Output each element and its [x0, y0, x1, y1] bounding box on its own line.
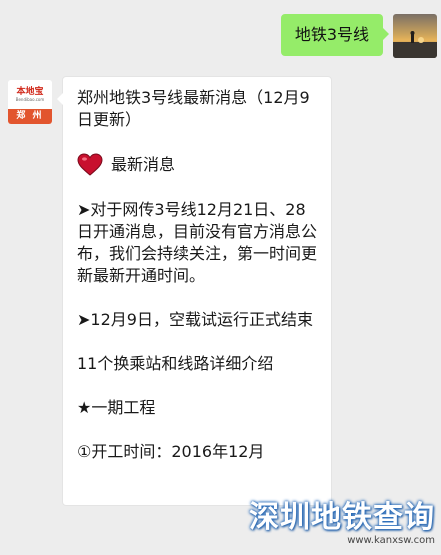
- avatar-domain: Bendibao.com: [15, 97, 45, 102]
- sunset-photo-icon: [393, 14, 437, 58]
- incoming-message-row: 本地宝 Bendibao.com 郑 州 郑州地铁3号线最新消息（12月9日更新…: [8, 76, 332, 506]
- news-item-start-date: ①开工时间：2016年12月: [77, 442, 265, 461]
- news-item-phase-one: ★一期工程: [77, 398, 156, 417]
- news-item-opening: ➤对于网传3号线12月21日、28日开通消息，目前没有官方消息公布，我们会持续关…: [77, 200, 318, 285]
- news-item-trial-run: ➤12月9日，空载试运行正式结束: [77, 310, 313, 329]
- latest-news-label: 最新消息: [111, 155, 176, 174]
- incoming-message-bubble[interactable]: 郑州地铁3号线最新消息（12月9日更新） 最新消息 ➤对于网传3号线12月21日…: [57, 76, 332, 506]
- watermark-title: 深圳地铁查询: [249, 500, 435, 535]
- outgoing-message-text: 地铁3号线: [294, 25, 369, 44]
- outgoing-message-row: 地铁3号线: [280, 14, 437, 58]
- watermark-url: www.kanxsw.com: [347, 535, 435, 546]
- news-item-transfer-stations: 11个换乘站和线路详细介绍: [77, 354, 274, 373]
- latest-news-heading: 最新消息: [77, 153, 317, 177]
- site-watermark: 深圳地铁查询 www.kanxsw.com: [249, 501, 435, 547]
- message-title: 郑州地铁3号线最新消息（12月9日更新）: [77, 88, 310, 129]
- avatar-logo: 本地宝 Bendibao.com: [8, 80, 52, 109]
- user-avatar[interactable]: [393, 14, 437, 58]
- avatar-city: 郑 州: [8, 109, 52, 124]
- outgoing-message-bubble[interactable]: 地铁3号线: [280, 14, 390, 56]
- heart-icon: [77, 153, 103, 176]
- bendibao-avatar[interactable]: 本地宝 Bendibao.com 郑 州: [8, 80, 52, 124]
- avatar-brand: 本地宝: [16, 87, 44, 97]
